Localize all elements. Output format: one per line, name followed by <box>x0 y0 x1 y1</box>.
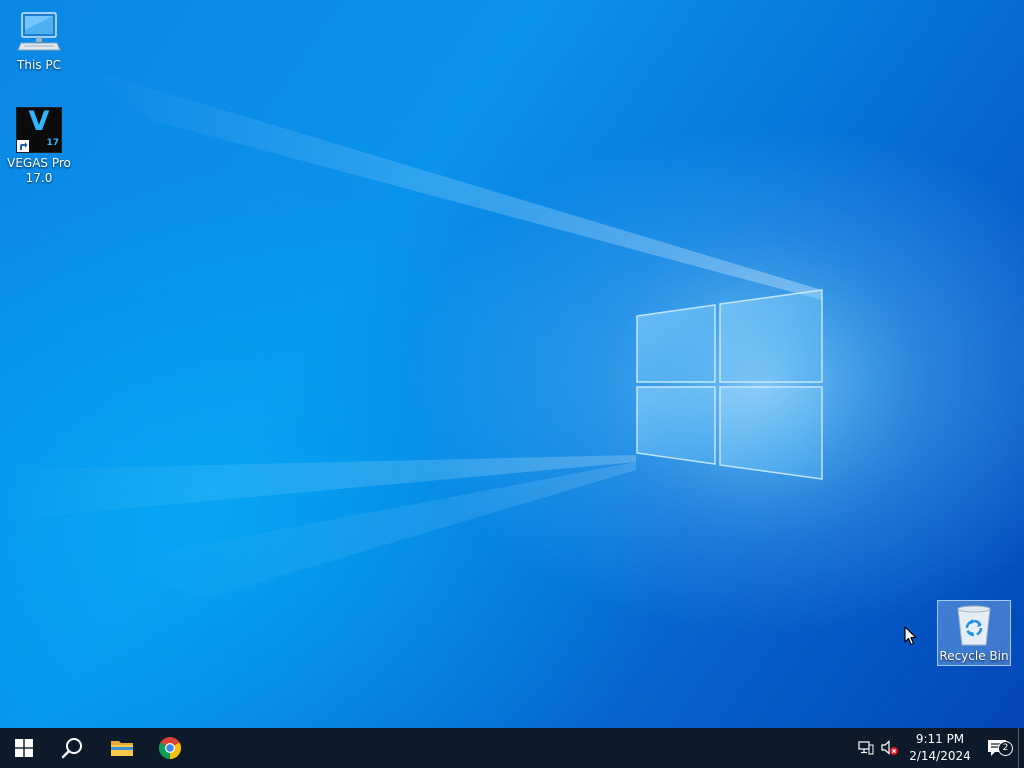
desktop-icon-label: VEGAS Pro 17.0 <box>7 156 71 186</box>
wallpaper <box>0 70 930 600</box>
desktop-icon-vegas-pro[interactable]: V 17 VEGAS Pro 17.0 <box>1 106 77 186</box>
desktop-icon-label: Recycle Bin <box>939 649 1009 663</box>
folder-icon <box>111 741 133 756</box>
desktop[interactable]: This PC V 17 VEGAS Pro 17.0 Recycle Bin … <box>0 0 1024 768</box>
clock[interactable]: 9:11 PM 2/14/2024 <box>904 728 976 768</box>
computer-icon <box>15 8 63 56</box>
windows-logo-icon <box>15 739 33 757</box>
chrome-icon <box>159 737 181 759</box>
clock-time: 9:11 PM <box>915 732 965 746</box>
vegas-pro-icon: V 17 <box>15 106 63 154</box>
search-button[interactable] <box>48 728 96 768</box>
start-button[interactable] <box>0 728 48 768</box>
label-line-1: VEGAS Pro <box>7 156 71 170</box>
desktop-icon-this-pc[interactable]: This PC <box>1 8 77 73</box>
volume-muted-icon <box>881 740 898 755</box>
network-button[interactable] <box>854 728 878 768</box>
action-center-button[interactable]: 2 <box>976 728 1018 768</box>
search-icon <box>61 738 82 759</box>
recycle-bin-icon <box>950 603 998 647</box>
taskbar-google-chrome[interactable] <box>146 728 194 768</box>
mouse-cursor-icon <box>904 626 917 646</box>
show-desktop-button[interactable] <box>1018 728 1024 768</box>
vegas-logo-letter: V <box>28 106 50 137</box>
volume-button[interactable] <box>878 728 902 768</box>
network-icon <box>858 741 874 755</box>
label-line-2: 17.0 <box>25 171 53 185</box>
clock-date: 2/14/2024 <box>909 749 971 763</box>
system-tray: 9:11 PM 2/14/2024 2 <box>854 728 1024 768</box>
notification-count-badge: 2 <box>998 741 1013 756</box>
shortcut-arrow-icon <box>17 140 29 152</box>
taskbar-file-explorer[interactable] <box>98 728 146 768</box>
taskbar: 9:11 PM 2/14/2024 2 <box>0 728 1024 768</box>
desktop-icon-label: This PC <box>17 58 61 72</box>
vegas-logo-version: 17 <box>46 138 59 148</box>
desktop-icon-recycle-bin[interactable]: Recycle Bin <box>937 600 1011 666</box>
